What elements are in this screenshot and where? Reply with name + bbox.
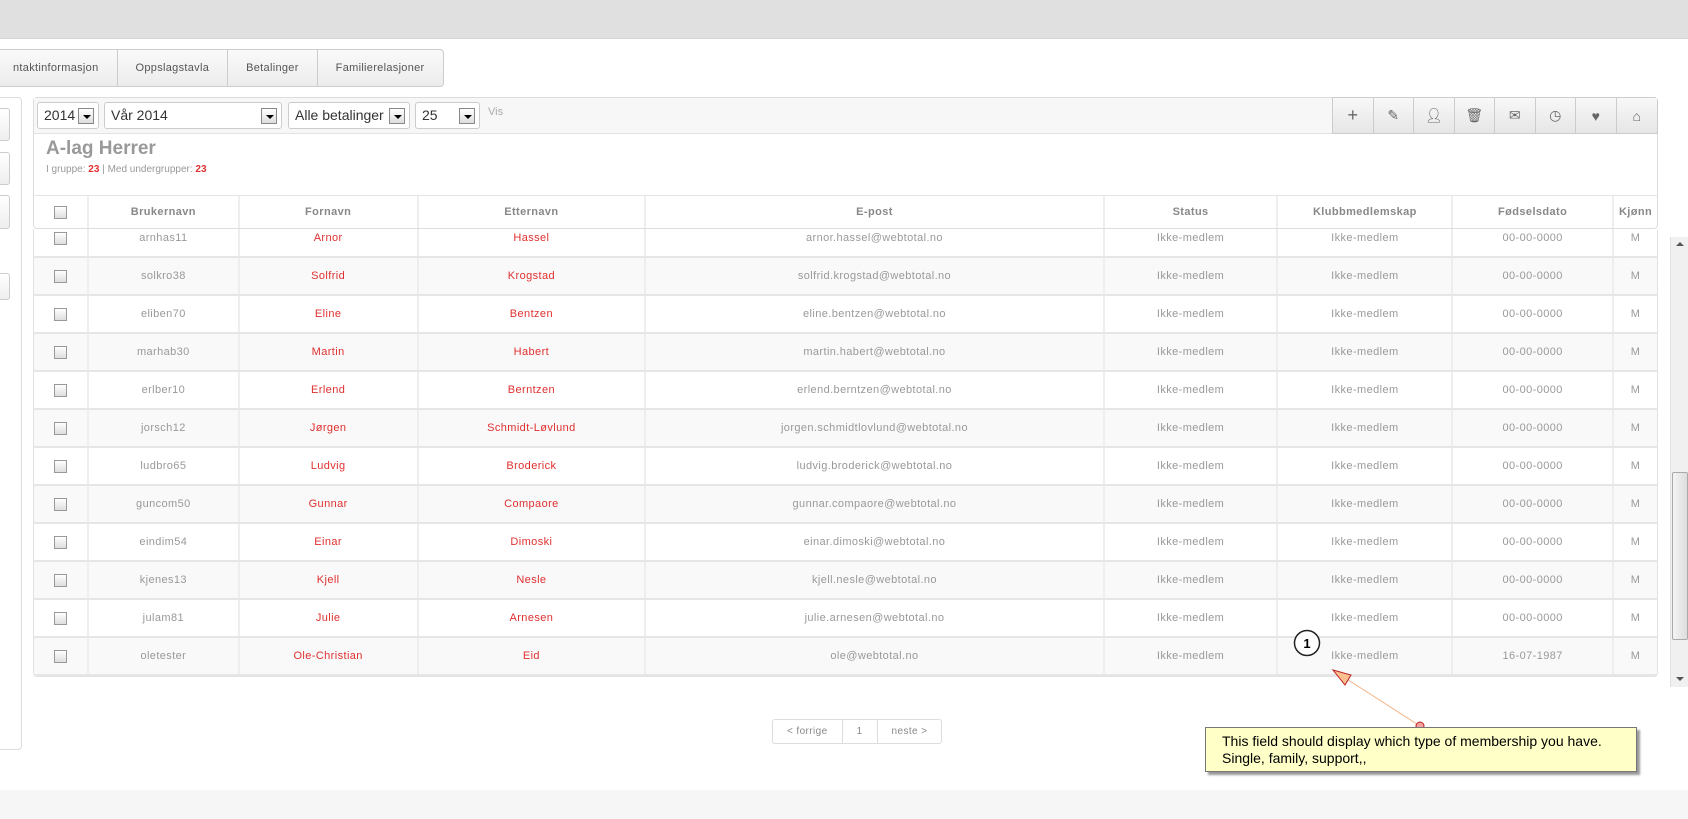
annotation-note: This field should display which type of … <box>1205 727 1637 772</box>
page-footer <box>0 790 1688 819</box>
annotation-arrow-icon <box>1331 669 1352 686</box>
annotation-text-line: This field should display which type of … <box>1222 733 1602 749</box>
annotation-overlay: 1 <box>1293 629 1425 731</box>
annotation-line <box>1341 675 1421 727</box>
annotation-text-line: Single, family, support,, <box>1222 750 1367 766</box>
annotation-number: 1 <box>1303 636 1310 651</box>
